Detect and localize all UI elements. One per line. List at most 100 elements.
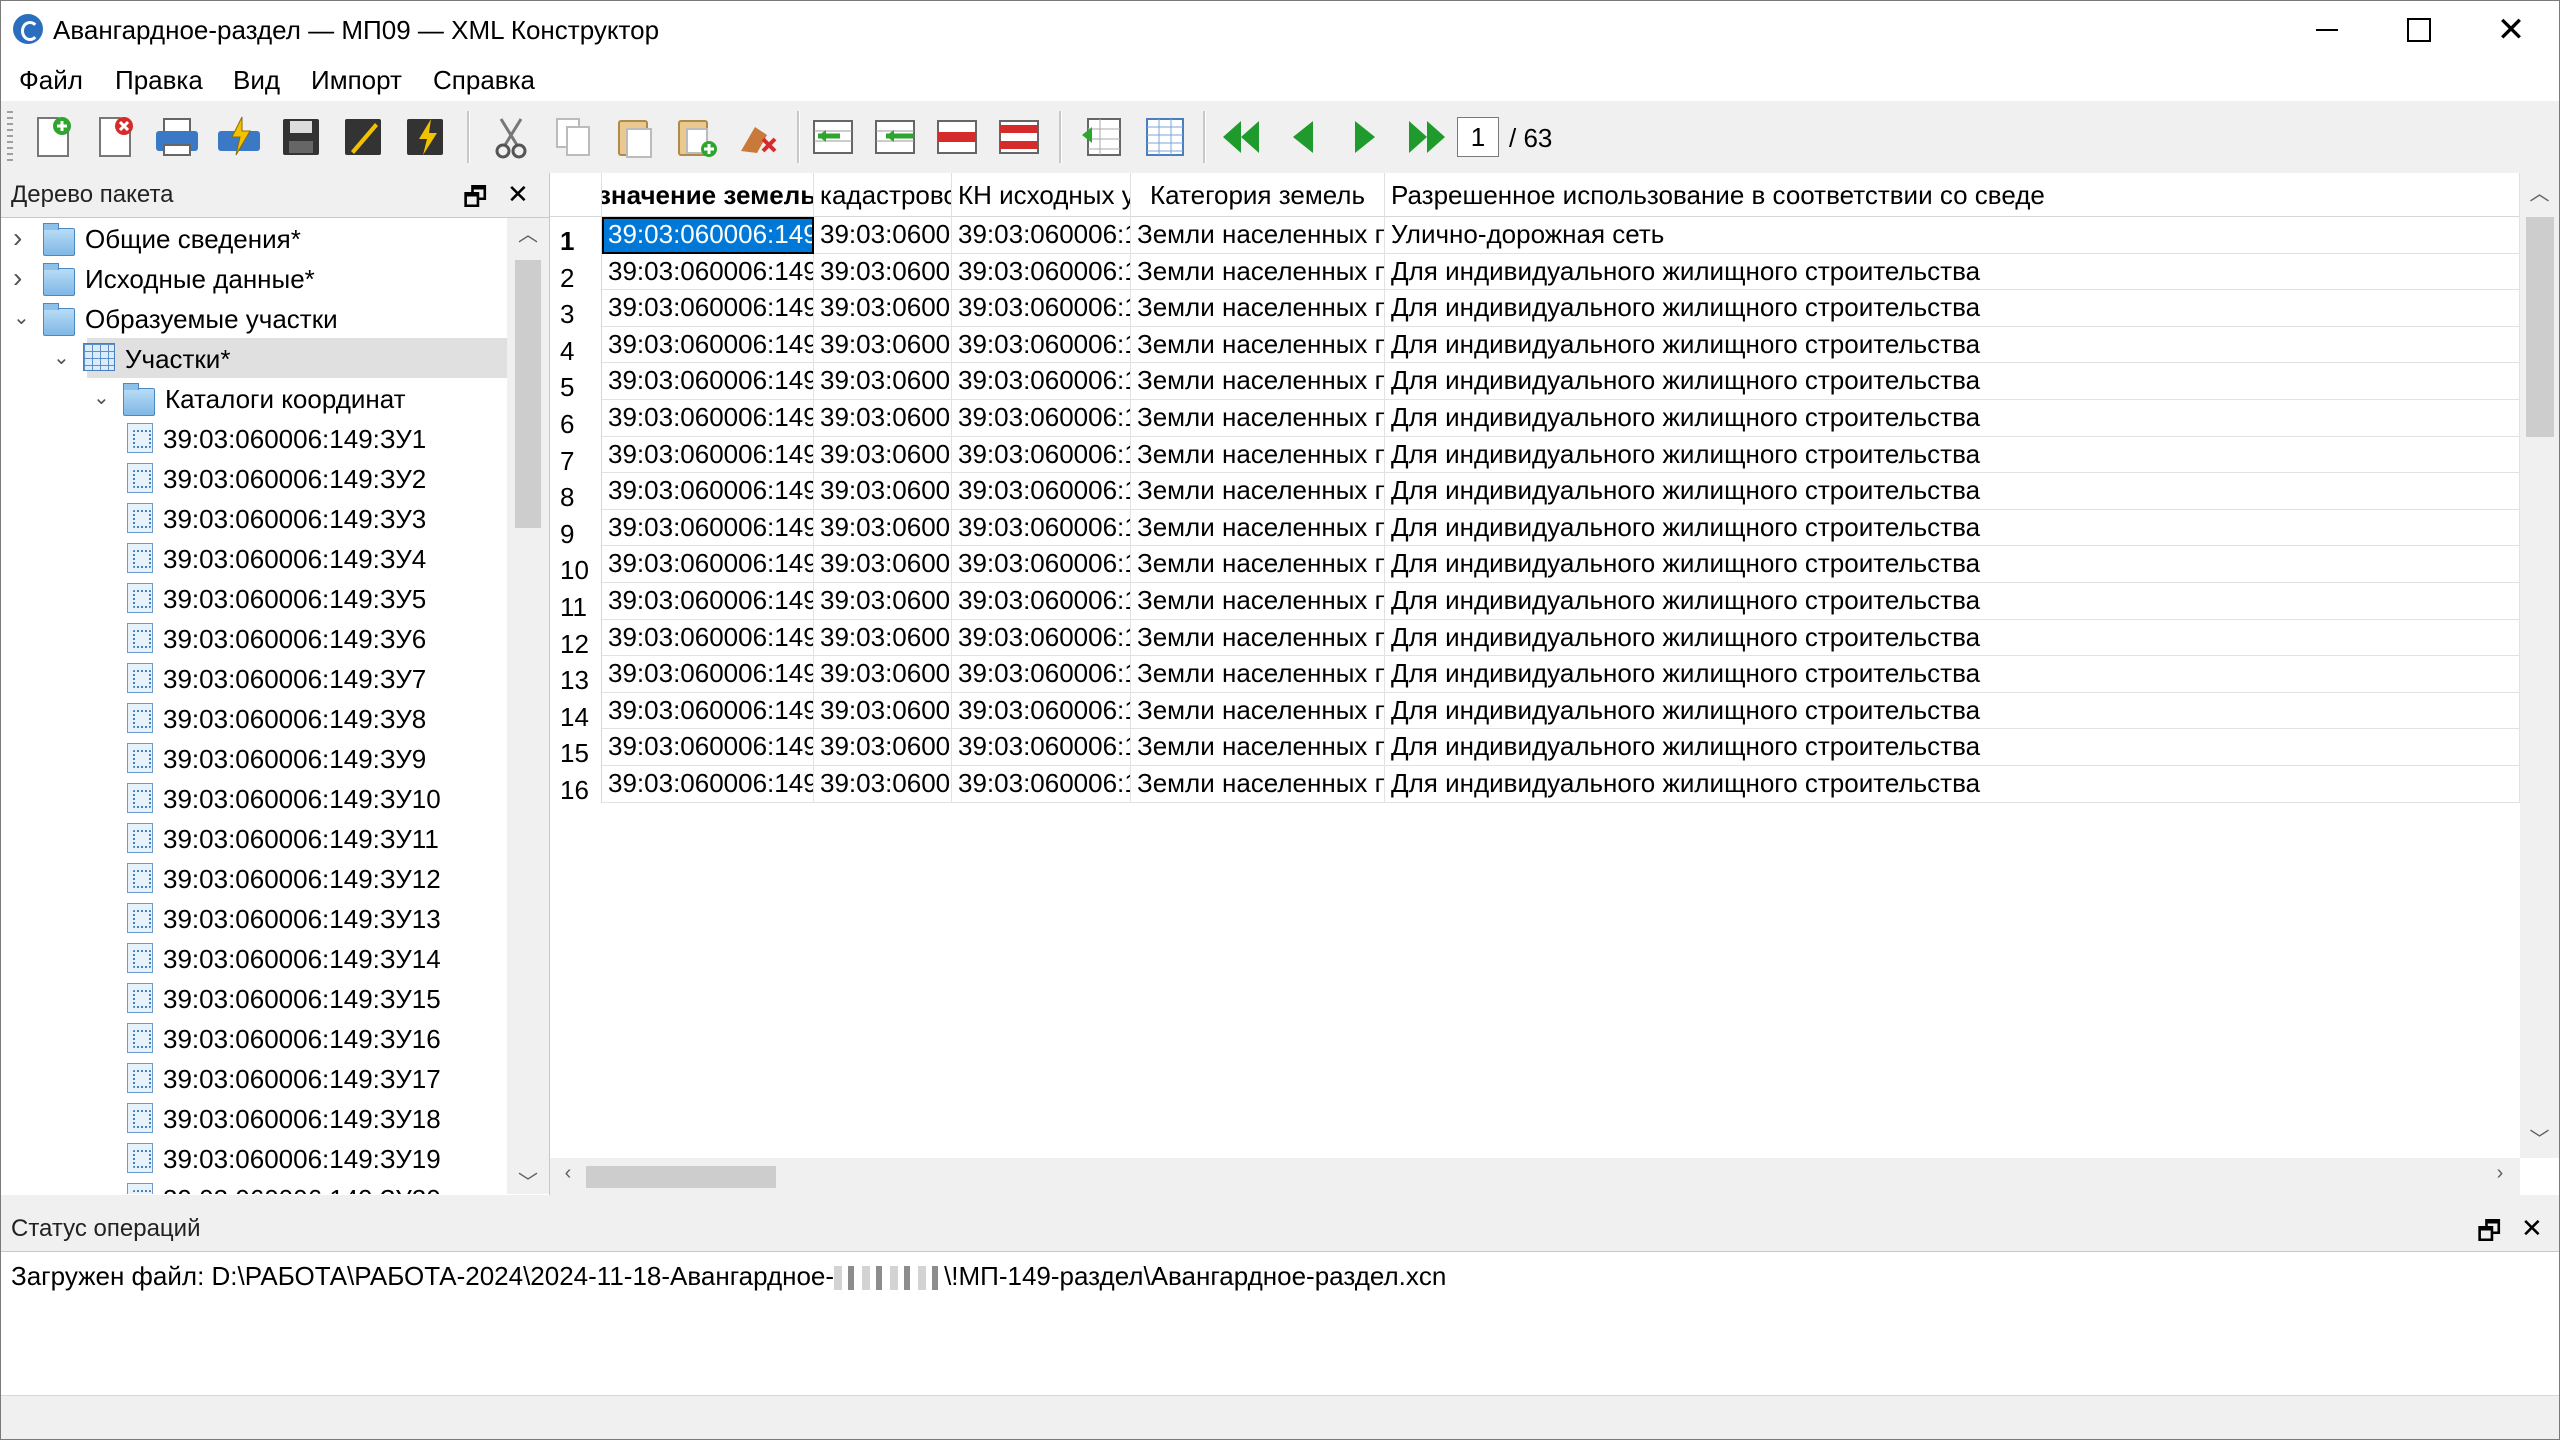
grid-cell[interactable]: 39:03:060006:149 [952,290,1131,327]
grid-cell[interactable]: Земли населенных пунктов [1131,217,1385,254]
grid-cell[interactable]: 39:03:060006 [814,473,952,510]
tree-node[interactable]: ⌄ Каталоги координат [1,378,507,418]
delete-all-rows-button[interactable] [993,109,1045,165]
row-header[interactable]: 16 [550,766,602,805]
chevron-right-icon[interactable]: › [13,258,37,298]
grid-cell[interactable]: 39:03:060006:149 [952,583,1131,620]
grid-cell[interactable]: 39:03:060006 [814,436,952,474]
first-page-button[interactable] [1215,109,1267,165]
grid-cell[interactable]: Для индивидуального жилищного строительс… [1385,619,2520,657]
grid-cell[interactable]: 39:03:060006 [814,546,952,583]
grid-cell[interactable]: Для индивидуального жилищного строительс… [1385,400,2520,437]
tree-node[interactable]: 39:03:060006:149:ЗУ5 [1,578,507,618]
grid-cell[interactable]: Для индивидуального жилищного строительс… [1385,436,2520,474]
grid-cell[interactable]: Для индивидуального жилищного строительс… [1385,253,2520,291]
row-header[interactable]: 11 [550,583,602,622]
grid-cell[interactable]: Для индивидуального жилищного строительс… [1385,583,2520,620]
chevron-down-icon[interactable]: ⌄ [13,298,37,338]
scroll-right-icon[interactable]: › [2482,1162,2518,1185]
grid-cell[interactable]: 39:03:060006:149 [952,326,1131,364]
maximize-button[interactable] [2373,1,2465,59]
grid-cell[interactable]: 39:03:060006:149 [952,363,1131,400]
grid-cell[interactable]: Земли населенных пунктов [1131,656,1385,693]
grid-cell[interactable]: Земли населенных пунктов [1131,692,1385,730]
next-page-button[interactable] [1339,109,1391,165]
new-document-button[interactable] [27,109,79,165]
tree-node[interactable]: ⌄ Образуемые участки [1,298,507,338]
chevron-down-icon[interactable]: ⌄ [93,378,117,418]
grid-cell[interactable]: Для индивидуального жилищного строительс… [1385,729,2520,766]
grid-cell[interactable]: 39:03:060006:149 [952,509,1131,547]
grid-cell[interactable]: 39:03:060006:149:ЗУ9 [602,509,814,547]
grid-cell[interactable]: Земли населенных пунктов [1131,583,1385,620]
grid-cell[interactable]: Земли населенных пунктов [1131,729,1385,766]
grid-cell[interactable]: Для индивидуального жилищного строительс… [1385,473,2520,510]
grid-cell[interactable]: Земли населенных пунктов [1131,546,1385,583]
grid-cell[interactable]: Для индивидуального жилищного строительс… [1385,656,2520,693]
grid-cell[interactable]: 39:03:060006:149:ЗУ12 [602,619,814,657]
grid-cell[interactable]: 39:03:060006:149 [952,436,1131,474]
insert-row-after-button[interactable] [869,109,921,165]
scroll-left-icon[interactable]: ‹ [550,1162,586,1185]
grid-cell[interactable]: 39:03:060006:149:ЗУ16 [602,766,814,803]
grid-cell[interactable]: 39:03:060006 [814,363,952,400]
grid-cell[interactable]: 39:03:060006 [814,583,952,620]
menu-file[interactable]: Файл [19,65,83,96]
menu-view[interactable]: Вид [233,65,280,96]
grid-hscroll-thumb[interactable] [586,1166,776,1188]
grid-horizontal-scrollbar[interactable]: ‹ › [550,1158,2520,1195]
grid-cell[interactable]: Земли населенных пунктов [1131,436,1385,474]
grid-cell[interactable]: 39:03:060006:149 [952,473,1131,510]
cut-button[interactable] [485,109,537,165]
scroll-down-icon[interactable]: ﹀ [507,1166,549,1195]
grid-cell[interactable]: 39:03:060006 [814,253,952,291]
tree-node[interactable]: 39:03:060006:149:ЗУ2 [1,458,507,498]
column-header[interactable]: Разрешенное использование в соответствии… [1385,173,2520,217]
clear-button[interactable] [733,109,785,165]
menu-edit[interactable]: Правка [115,65,203,96]
column-header[interactable]: кадастрового ква [814,173,952,217]
grid-vertical-scrollbar[interactable]: ︿ ﹀ [2520,173,2559,1158]
row-header[interactable]: 8 [550,473,602,512]
tree-node[interactable]: 39:03:060006:149:ЗУ9 [1,738,507,778]
tree-vertical-scrollbar[interactable]: ︿ ﹀ [507,218,549,1194]
grid-cell[interactable]: Земли населенных пунктов [1131,619,1385,657]
row-header[interactable]: 4 [550,326,602,366]
row-header[interactable]: 14 [550,692,602,732]
copy-button[interactable] [547,109,599,165]
grid-cell[interactable]: 39:03:060006:149:ЗУ10 [602,546,814,583]
grid-cell[interactable]: Земли населенных пунктов [1131,253,1385,291]
sign-all-button[interactable] [399,109,451,165]
status-float-button[interactable]: 🗗 [2477,1213,2501,1257]
grid-cell[interactable]: 39:03:060006:149 [952,619,1131,657]
row-header[interactable]: 2 [550,253,602,293]
grid-cell[interactable]: 39:03:060006:149:ЗУ1 [602,217,814,254]
grid-cell[interactable]: 39:03:060006:149 [952,546,1131,583]
toolbar-grip[interactable] [7,111,13,163]
grid-cell[interactable]: 39:03:060006:149 [952,766,1131,803]
grid-cell[interactable]: Для индивидуального жилищного строительс… [1385,509,2520,547]
grid-cell[interactable]: 39:03:060006 [814,729,952,766]
delete-row-button[interactable] [931,109,983,165]
tree-node[interactable]: 39:03:060006:149:ЗУ15 [1,978,507,1018]
row-header[interactable]: 1 [550,217,602,256]
status-close-button[interactable]: ✕ [2521,1213,2543,1244]
table-view-button[interactable] [1139,109,1191,165]
grid-cell[interactable]: 39:03:060006:149 [952,729,1131,766]
grid-corner-header[interactable] [550,173,602,217]
tree-scroll-thumb[interactable] [515,260,541,528]
paste-special-button[interactable] [671,109,723,165]
grid-cell[interactable]: 39:03:060006 [814,692,952,730]
tree-node[interactable]: 39:03:060006:149:ЗУ12 [1,858,507,898]
tree-node[interactable]: 39:03:060006:149:ЗУ14 [1,938,507,978]
tree-node[interactable]: 39:03:060006:149:ЗУ7 [1,658,507,698]
tree-node[interactable]: 39:03:060006:149:ЗУ20 [1,1178,507,1194]
grid-cell[interactable]: Для индивидуального жилищного строительс… [1385,363,2520,400]
column-header[interactable]: значение земельного уча [602,173,814,217]
grid-cell[interactable]: Для индивидуального жилищного строительс… [1385,766,2520,803]
paste-button[interactable] [609,109,661,165]
grid-cell[interactable]: 39:03:060006:149:ЗУ11 [602,583,814,620]
tree-node[interactable]: › Общие сведения* [1,218,507,258]
grid-cell[interactable]: 39:03:060006:149 [952,400,1131,437]
row-header[interactable]: 6 [550,400,602,439]
